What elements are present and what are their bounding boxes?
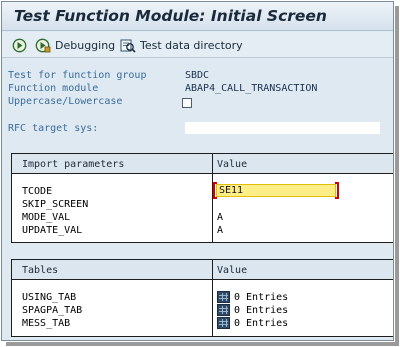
tables-header: Tables [22,265,59,276]
import-parameters-header: Import parameters [22,159,125,170]
application-toolbar: Debugging Test data directory [2,32,393,58]
table-entries-icon[interactable] [217,317,230,329]
function-group-value: SBDC [185,70,210,81]
mess-tab-entries: 0 Entries [234,318,289,329]
execute-icon [12,38,27,52]
window-shadow-right [395,6,399,343]
import-value-header: Value [217,159,248,170]
tcode-value-input[interactable]: SE11 [216,184,336,197]
table-entries-icon[interactable] [217,291,230,303]
tables-table: Tables Value USING_TAB SPAGPA_TAB MESS_T… [11,259,393,337]
tcode-value-text: SE11 [219,185,244,196]
import-parameters-table: Import parameters Value TCODE SKIP_SCREE… [11,153,393,243]
debugging-label: Debugging [55,38,116,52]
param-name-tcode: TCODE [22,186,53,197]
function-module-value: ABAP4_CALL_TRANSACTION [185,83,318,94]
rfc-target-sys-input[interactable] [185,122,380,134]
uppercase-lowercase-label: Uppercase/Lowercase [8,96,123,107]
window-title: Test Function Module: Initial Screen [14,7,327,25]
rfc-target-sys-label: RFC target sys: [8,123,99,134]
test-data-directory-button[interactable]: Test data directory [120,37,243,53]
table-name-using-tab: USING_TAB [22,292,77,303]
tables-table-header [12,260,393,280]
update-val-value[interactable]: A [217,225,223,236]
function-group-label: Test for function group [8,70,147,81]
tcode-value-cell: SE11 [213,181,343,201]
focus-bracket-right [335,182,339,199]
using-tab-entries: 0 Entries [234,292,289,303]
param-name-update-val: UPDATE_VAL [22,225,83,236]
title-bar: Test Function Module: Initial Screen [2,2,393,31]
tables-value-header: Value [217,265,248,276]
tables-table-divider [212,260,213,336]
uppercase-lowercase-checkbox[interactable] [182,98,192,108]
mode-val-value[interactable]: A [217,212,223,223]
test-data-directory-icon [120,39,136,53]
table-name-mess-tab: MESS_TAB [22,318,71,329]
spagpa-tab-entries: 0 Entries [234,305,289,316]
function-module-label: Function module [8,83,99,94]
execute-button[interactable] [12,37,27,53]
table-entries-icon[interactable] [217,304,230,316]
sap-window: Test Function Module: Initial Screen Deb… [1,1,394,341]
debugging-button[interactable]: Debugging [35,37,115,53]
test-data-directory-label: Test data directory [140,38,243,52]
param-name-mode-val: MODE_VAL [22,212,71,223]
debugging-icon [35,38,51,52]
table-name-spagpa-tab: SPAGPA_TAB [22,305,83,316]
window-shadow-bottom [6,342,399,346]
focus-bracket-left [213,182,217,199]
param-name-skip-screen: SKIP_SCREEN [22,199,89,210]
